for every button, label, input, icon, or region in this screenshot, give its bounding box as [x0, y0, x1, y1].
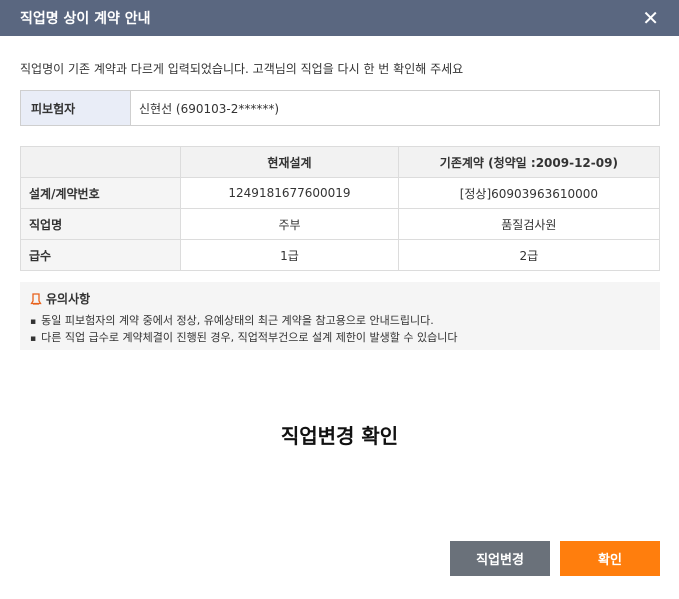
existing-cell: 2급 — [397, 239, 661, 271]
row-label: 직업명 — [19, 208, 182, 240]
notice-icon — [30, 292, 42, 305]
table-header-row: 현재설계 기존계약 (청약일 :2009-12-09) — [19, 146, 661, 178]
list-item: 동일 피보험자의 계약 중에서 정상, 유예상태의 최근 계약을 참고용으로 안… — [30, 313, 650, 330]
confirm-heading: 직업변경 확인 — [280, 424, 399, 448]
existing-cell: 품질검사원 — [397, 208, 661, 240]
confirm-button[interactable]: 확인 — [560, 541, 660, 576]
existing-cell: [정상]60903963610000 — [397, 177, 661, 209]
current-cell: 1급 — [180, 239, 399, 271]
table-header-current: 현재설계 — [180, 146, 399, 178]
table-header-empty — [19, 146, 182, 178]
current-cell: 주부 — [180, 208, 399, 240]
table-row: 설계/계약번호 1249181677600019 [정상]60903963610… — [19, 177, 661, 209]
notice-title: 유의사항 — [46, 292, 91, 306]
row-label: 설계/계약번호 — [19, 177, 182, 209]
insured-value: 신현선 (690103-2******) — [139, 101, 280, 116]
intro-text: 직업명이 기존 계약과 다르게 입력되었습니다. 고객님의 직업을 다시 한 번… — [20, 62, 464, 76]
row-label: 급수 — [19, 239, 182, 271]
notice-box: 유의사항 동일 피보험자의 계약 중에서 정상, 유예상태의 최근 계약을 참고… — [20, 282, 660, 350]
insured-info: 피보험자 신현선 (690103-2******) — [20, 90, 660, 126]
job-mismatch-dialog: 직업명 상이 계약 안내 ✕ 직업명이 기존 계약과 다르게 입력되었습니다. … — [0, 0, 679, 599]
table-header-existing: 기존계약 (청약일 :2009-12-09) — [397, 146, 661, 178]
list-item: 다른 직업 급수로 계약체결이 진행된 경우, 직업적부건으로 설계 제한이 발… — [30, 330, 650, 347]
table-row: 급수 1급 2급 — [19, 239, 661, 271]
dialog-titlebar: 직업명 상이 계약 안내 ✕ — [0, 0, 679, 36]
comparison-table: 현재설계 기존계약 (청약일 :2009-12-09) 설계/계약번호 1249… — [19, 146, 661, 271]
close-icon[interactable]: ✕ — [642, 8, 659, 28]
insured-label: 피보험자 — [21, 91, 131, 125]
current-cell: 1249181677600019 — [180, 177, 399, 209]
change-job-button[interactable]: 직업변경 — [450, 541, 550, 576]
dialog-title: 직업명 상이 계약 안내 — [20, 11, 151, 27]
notice-list: 동일 피보험자의 계약 중에서 정상, 유예상태의 최근 계약을 참고용으로 안… — [30, 313, 650, 347]
notice-header: 유의사항 — [30, 290, 650, 307]
table-row: 직업명 주부 품질검사원 — [19, 208, 661, 240]
